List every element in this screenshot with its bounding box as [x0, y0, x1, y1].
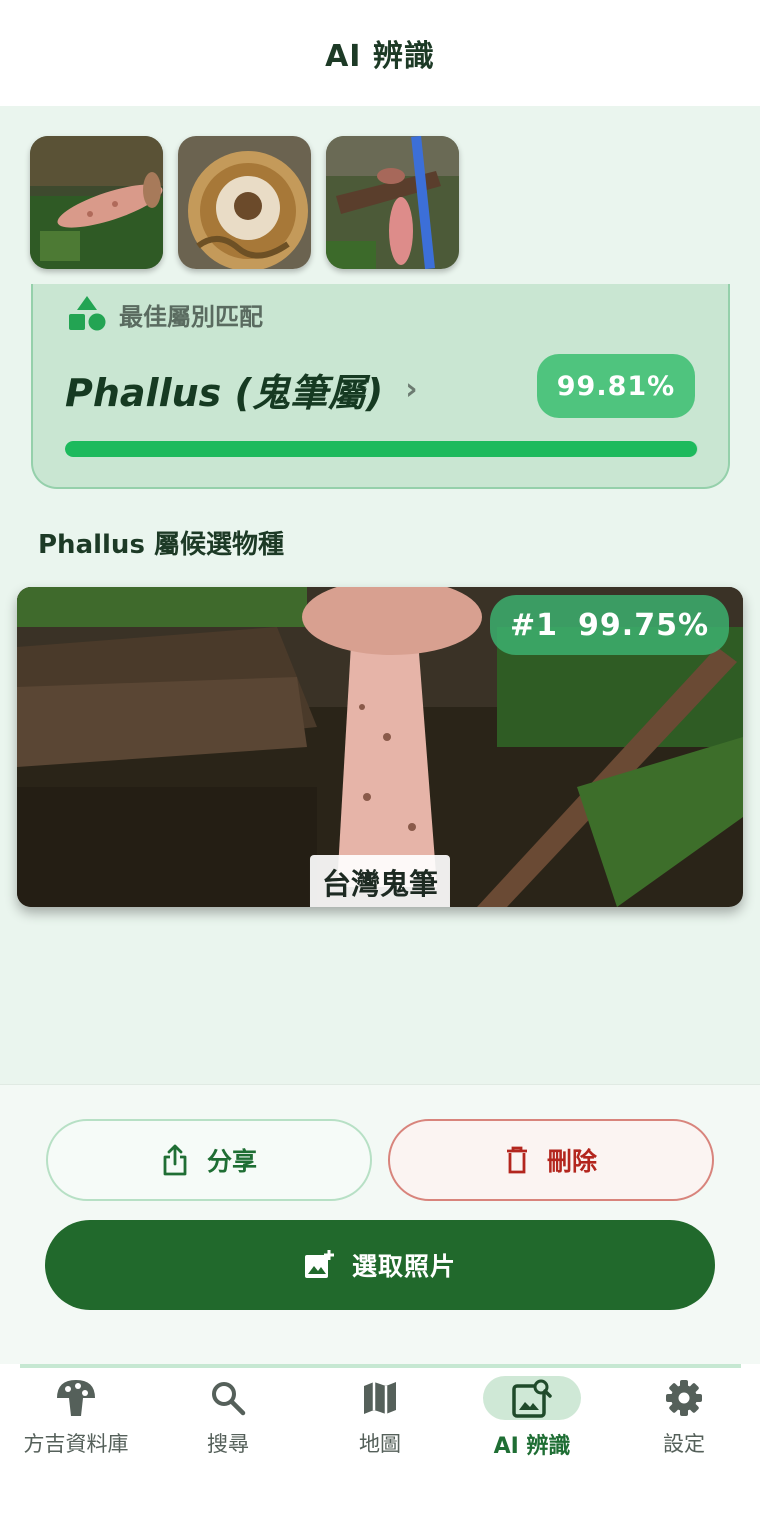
nav-icon-wrap: [179, 1376, 277, 1420]
delete-button[interactable]: 刪除: [388, 1119, 714, 1201]
share-icon: [163, 1144, 187, 1176]
nav-item-ai[interactable]: AI 辨識: [456, 1376, 608, 1460]
photo-thumbnails: [30, 136, 459, 269]
chevron-right-icon: ›: [405, 372, 418, 407]
delete-button-label: 刪除: [546, 1147, 597, 1176]
rank-label: #1: [510, 607, 559, 643]
best-match-header: 最佳屬別匹配: [67, 296, 263, 332]
top-app-bar: AI 辨識: [0, 0, 760, 106]
nav-divider: [20, 1364, 741, 1368]
thumbnail-photo-2[interactable]: [178, 136, 311, 269]
nav-label-map: 地圖: [359, 1432, 401, 1456]
nav-label-ai: AI 辨識: [493, 1434, 571, 1459]
candidates-title: Phallus 屬候選物種: [38, 530, 284, 560]
nav-icon-wrap: [635, 1376, 733, 1420]
mushroom-photo-1: [30, 136, 163, 269]
thumbnail-photo-1[interactable]: [30, 136, 163, 269]
pick-photo-label: 選取照片: [351, 1252, 456, 1281]
share-button[interactable]: 分享: [46, 1119, 372, 1201]
nav-item-map[interactable]: 地圖: [304, 1376, 456, 1458]
image-search-icon: [512, 1379, 552, 1418]
confidence-badge: 99.81%: [537, 354, 695, 418]
mushroom-photo-2: [178, 136, 311, 269]
nav-label-search: 搜尋: [207, 1432, 249, 1456]
add-photo-icon: [304, 1250, 334, 1278]
nav-icon-wrap: [27, 1376, 125, 1420]
rank-confidence-badge: #1 99.75%: [490, 595, 729, 655]
nav-item-search[interactable]: 搜尋: [152, 1376, 304, 1458]
gear-icon: [666, 1380, 702, 1416]
candidate-species-card[interactable]: #1 99.75% 台灣鬼筆: [17, 587, 743, 907]
page-title: AI 辨識: [325, 39, 435, 74]
best-genus-match-card: 最佳屬別匹配 Phallus (鬼筆屬) › 99.81%: [31, 284, 730, 489]
map-icon: [364, 1382, 396, 1414]
rank-confidence: 99.75%: [578, 607, 709, 643]
nav-icon-wrap: [331, 1376, 429, 1420]
nav-icon-wrap: [483, 1376, 581, 1420]
pick-photo-button[interactable]: 選取照片: [45, 1220, 715, 1310]
search-icon: [212, 1382, 246, 1416]
shapes-icon: [69, 296, 106, 331]
confidence-progress-fill: [65, 441, 697, 457]
bottom-navigation: 方吉資料庫 搜尋 地圖 AI 辨識 設定: [0, 1364, 760, 1535]
action-panel: 分享 刪除 選取照片: [0, 1084, 760, 1364]
share-button-label: 分享: [206, 1147, 257, 1176]
mushroom-photo-3: [326, 136, 459, 269]
nav-label-settings: 設定: [663, 1432, 705, 1456]
species-name-label: 台灣鬼筆: [309, 855, 451, 907]
confidence-progress: [65, 441, 698, 457]
genus-name: Phallus (鬼筆屬): [65, 371, 384, 415]
best-match-label: 最佳屬別匹配: [119, 302, 263, 331]
nav-item-database[interactable]: 方吉資料庫: [0, 1376, 152, 1458]
thumbnail-photo-3[interactable]: [326, 136, 459, 269]
nav-label-database: 方吉資料庫: [23, 1432, 129, 1456]
genus-link[interactable]: Phallus (鬼筆屬) ›: [65, 362, 418, 417]
trash-icon: [506, 1146, 527, 1174]
nav-item-settings[interactable]: 設定: [608, 1376, 760, 1458]
mushroom-icon: [57, 1380, 95, 1416]
